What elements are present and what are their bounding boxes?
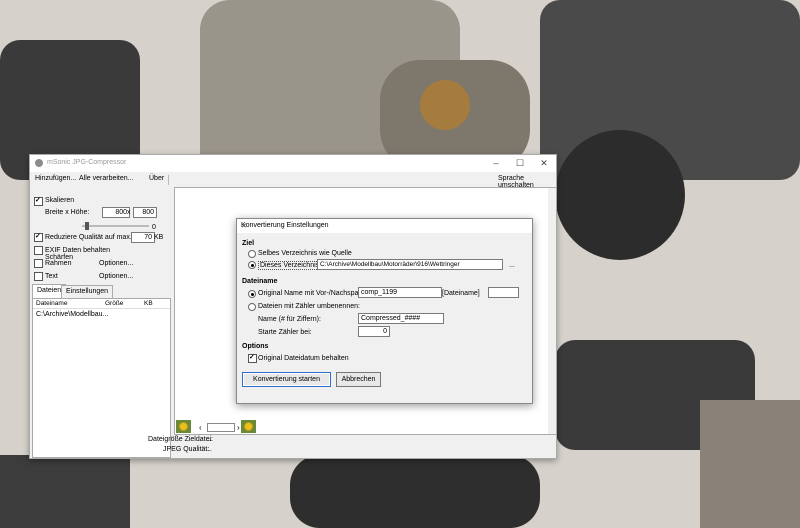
target-heading: Ziel xyxy=(242,240,255,247)
this-dir-label: Dieses Verzeichnis: xyxy=(258,261,324,270)
filename-token-label: [Dateiname] xyxy=(442,290,480,297)
height-input[interactable]: 800 xyxy=(133,207,157,218)
status-area: Dateigröße Zieldatei: ... JPEG Qualität:… xyxy=(30,435,556,457)
minimize-icon[interactable]: – xyxy=(490,157,502,169)
column-filename[interactable]: Dateiname xyxy=(36,300,67,307)
close-icon[interactable]: ✕ xyxy=(241,222,528,230)
target-size-label: Dateigröße Zieldatei: xyxy=(148,436,213,443)
slider-track xyxy=(82,225,149,227)
original-name-label: Original Name mit Vor-/Nachspann: xyxy=(258,290,369,297)
dialog-title-bar: Konvertierung Einstellungen ✕ xyxy=(237,219,532,233)
filename-heading: Dateiname xyxy=(242,278,278,285)
start-counter-input[interactable]: 0 xyxy=(358,326,390,337)
counter-rename-label: Dateien mit Zähler umbenennen: xyxy=(258,303,360,310)
reduce-quality-checkbox[interactable] xyxy=(34,232,43,242)
exif-checkbox[interactable] xyxy=(34,246,43,255)
add-button[interactable]: Hinzufügen... xyxy=(35,175,76,182)
table-row[interactable]: C:\Archive\Modellbau... xyxy=(36,311,108,318)
start-conversion-button[interactable]: Konvertierung starten xyxy=(242,372,331,387)
thumbnail-image[interactable] xyxy=(241,420,256,433)
text-options-link[interactable]: Optionen... xyxy=(99,273,133,280)
conversion-settings-dialog: Konvertierung Einstellungen ✕ Ziel Selbe… xyxy=(236,218,533,404)
scale-label: Skalieren xyxy=(45,197,75,204)
same-dir-label: Selbes Verzeichnis wie Quelle xyxy=(258,250,352,257)
text-label: Text xyxy=(45,273,58,280)
counter-rename-radio[interactable] xyxy=(248,303,256,311)
cancel-button[interactable]: Abbrechen xyxy=(336,372,381,387)
reduce-quality-label: Reduziere Qualität auf max. xyxy=(45,234,132,241)
menu-bar: Hinzufügen... Alle verarbeiten... Über S… xyxy=(30,172,556,189)
frame-checkbox[interactable] xyxy=(34,259,43,268)
options-heading: Options xyxy=(242,343,269,350)
name-pattern-input[interactable]: Compressed_#### xyxy=(358,313,444,324)
next-arrow-icon[interactable]: › xyxy=(237,423,240,432)
maximize-icon[interactable]: ☐ xyxy=(514,157,526,169)
suffix-input[interactable] xyxy=(488,287,519,298)
scale-checkbox[interactable] xyxy=(34,196,43,206)
close-icon[interactable]: ✕ xyxy=(538,157,550,169)
size-label: Breite x Höhe: xyxy=(45,209,90,216)
prefix-input[interactable]: comp_1199 xyxy=(358,287,442,298)
reduce-quality-input[interactable]: 70 xyxy=(131,232,155,243)
tab-strip: Dateien Einstellungen xyxy=(30,284,171,298)
jpeg-quality-label: JPEG Qualität: xyxy=(163,446,210,453)
file-list[interactable]: Dateiname Größe KB C:\Archive\Modellbau.… xyxy=(32,298,171,458)
process-all-button[interactable]: Alle verarbeiten... xyxy=(79,175,133,182)
width-input[interactable]: 800 xyxy=(102,207,130,218)
reduce-quality-unit: KB xyxy=(154,234,164,241)
keep-date-label: Original Dateidatum behalten xyxy=(258,355,349,362)
window-title: mSonic JPG-Compressor xyxy=(47,159,127,166)
file-list-header: Dateiname Größe KB xyxy=(33,299,170,309)
settings-panel: Skalieren Breite x Höhe: 800 x 800 Schär… xyxy=(30,187,171,458)
title-bar: mSonic JPG-Compressor – ☐ ✕ xyxy=(30,155,556,172)
column-size[interactable]: Größe xyxy=(105,300,123,307)
start-counter-label: Starte Zähler bei: xyxy=(258,329,312,336)
browse-button[interactable]: ... xyxy=(509,262,515,269)
prev-arrow-icon[interactable]: ‹ xyxy=(199,423,202,432)
tab-settings[interactable]: Einstellungen xyxy=(61,285,114,298)
jpeg-quality-value: ... xyxy=(206,446,212,453)
keep-date-checkbox[interactable] xyxy=(248,353,257,363)
target-size-value: ... xyxy=(206,436,212,443)
name-pattern-label: Name (# für Ziffern): xyxy=(258,316,321,323)
sharpen-value: 0 xyxy=(152,224,156,231)
preview-scrollbar[interactable] xyxy=(548,188,556,434)
slider-thumb[interactable] xyxy=(85,222,89,230)
text-checkbox[interactable] xyxy=(34,272,43,281)
frame-label: Rahmen xyxy=(45,260,72,267)
thumbnail-strip: ‹ › xyxy=(176,420,256,434)
target-dir-input[interactable]: C:\Archive\Modellbau\Motorräder\916\Wett… xyxy=(317,259,503,270)
sharpen-slider[interactable] xyxy=(82,222,149,230)
same-dir-radio[interactable] xyxy=(248,250,256,258)
frame-options-link[interactable]: Optionen... xyxy=(99,260,133,267)
thumbnail-image[interactable] xyxy=(176,420,191,433)
app-icon xyxy=(35,159,43,167)
menu-divider xyxy=(168,175,169,185)
exif-label: EXIF Daten behalten xyxy=(45,247,110,254)
original-name-radio[interactable] xyxy=(248,290,256,298)
size-separator: x xyxy=(127,209,131,216)
column-kb[interactable]: KB xyxy=(144,300,153,307)
about-button[interactable]: Über xyxy=(149,175,164,182)
this-dir-radio[interactable] xyxy=(248,261,256,269)
thumbnail-scrollbar[interactable] xyxy=(207,423,235,432)
